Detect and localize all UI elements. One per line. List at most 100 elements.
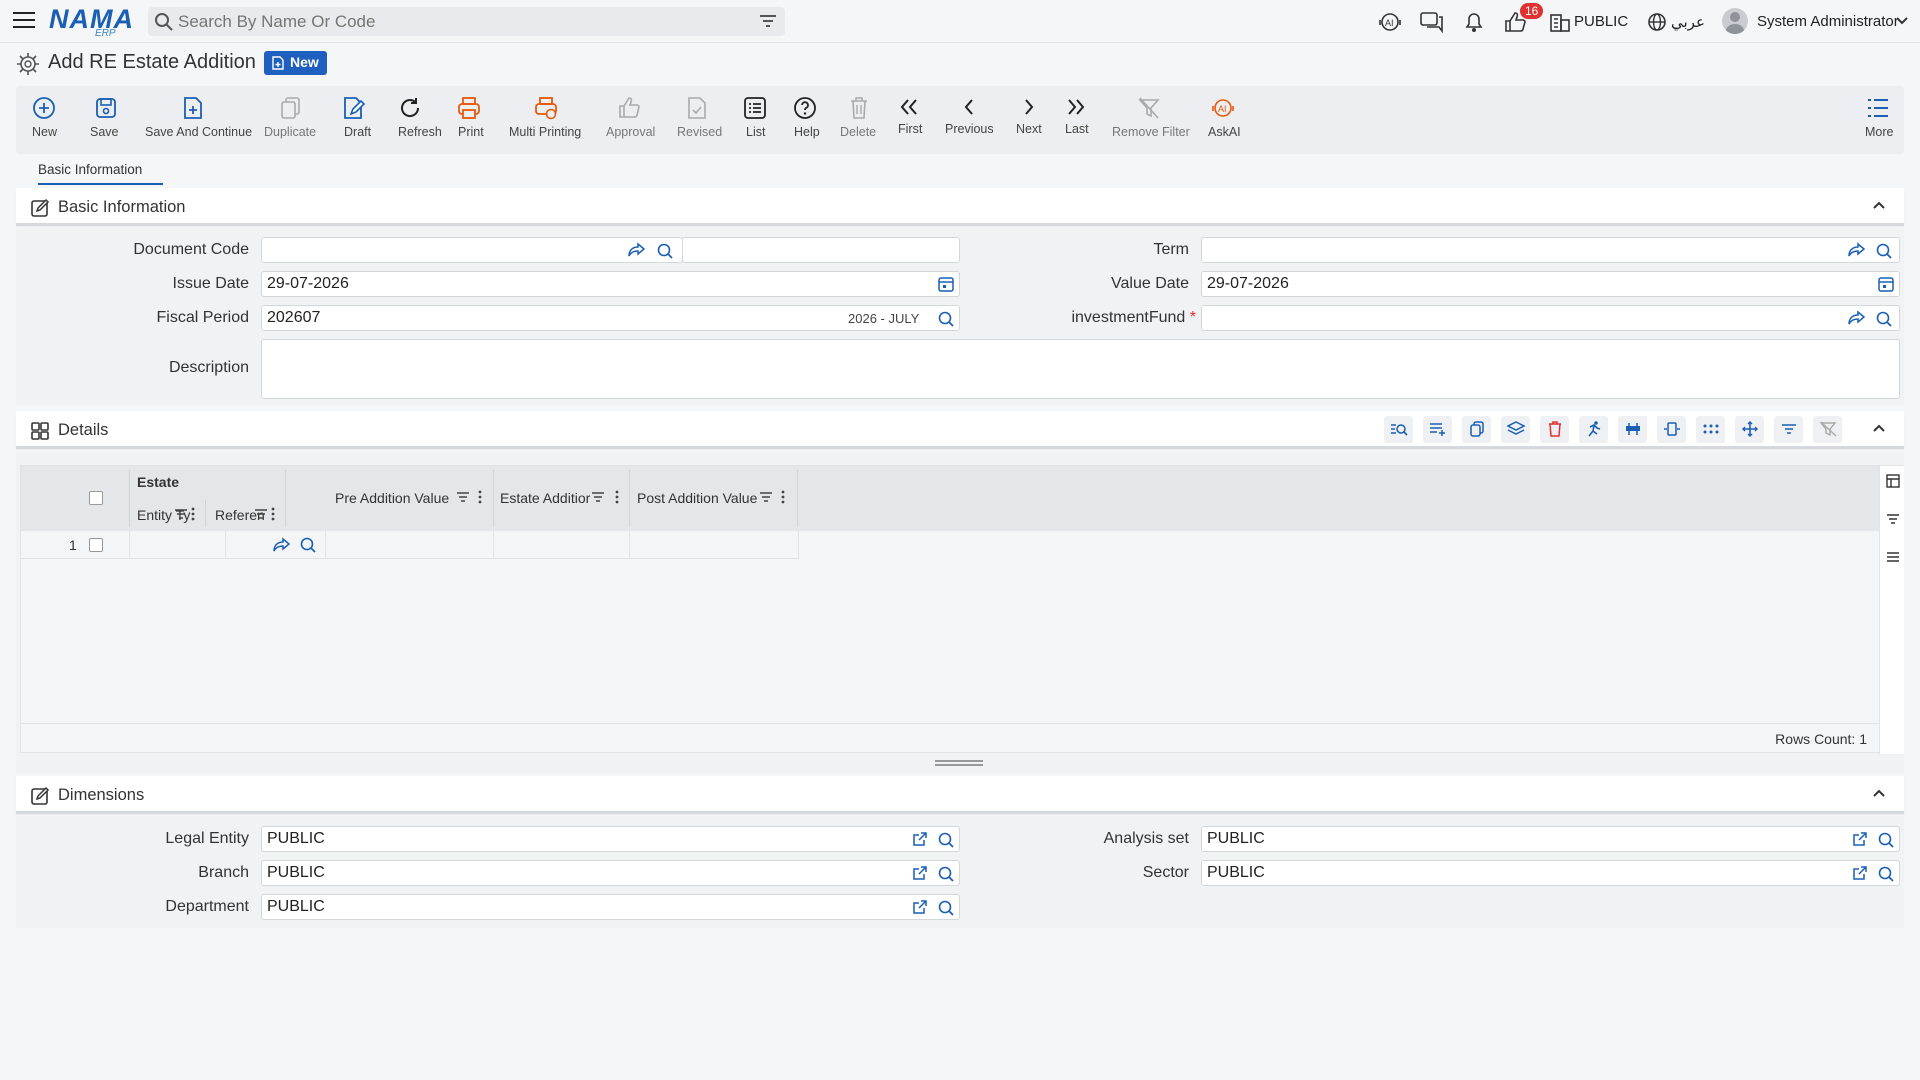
resize-handle[interactable] — [935, 760, 983, 766]
filter-button[interactable] — [1774, 416, 1803, 443]
next-button[interactable]: Next — [1004, 86, 1052, 154]
user-avatar[interactable] — [1722, 8, 1748, 34]
column-filter-icon[interactable] — [759, 491, 773, 503]
column-filter-icon[interactable] — [456, 491, 470, 503]
app-logo[interactable]: NAMA ERP — [49, 4, 134, 39]
run-button[interactable] — [1579, 416, 1608, 443]
share-icon[interactable] — [273, 537, 291, 553]
lookup-search-icon[interactable] — [937, 899, 955, 917]
term-field[interactable] — [1201, 237, 1900, 263]
calendar-icon[interactable] — [1878, 276, 1894, 292]
lookup-search-icon[interactable] — [1877, 831, 1895, 849]
columns-panel-icon[interactable] — [1886, 474, 1900, 488]
previous-button[interactable]: Previous — [934, 86, 1004, 154]
search-input[interactable] — [178, 11, 738, 33]
column-filter-icon[interactable] — [174, 508, 188, 520]
share-icon[interactable] — [1848, 310, 1866, 326]
delete-button[interactable]: Delete — [832, 86, 886, 154]
duplicate-button[interactable]: Duplicate — [256, 86, 324, 154]
more-options-button[interactable] — [1696, 416, 1725, 443]
language-switch[interactable]: عربي — [1671, 13, 1705, 31]
legal-entity-field[interactable]: PUBLIC — [261, 826, 960, 852]
open-external-icon[interactable] — [912, 899, 928, 915]
open-external-icon[interactable] — [912, 865, 928, 881]
copy-row-button[interactable] — [1462, 416, 1491, 443]
lookup-search-icon[interactable] — [937, 310, 955, 328]
multi-printing-button[interactable]: Multi Printing — [496, 86, 596, 154]
fiscal-period-field[interactable]: 202607 2026 - JULY — [261, 305, 960, 331]
revised-button[interactable]: Revised — [666, 86, 730, 154]
search-filter-icon[interactable] — [759, 14, 777, 28]
calendar-icon[interactable] — [938, 276, 954, 292]
lookup-search-icon[interactable] — [937, 865, 955, 883]
lookup-search-icon[interactable] — [1875, 242, 1893, 260]
company-building-icon[interactable] — [1547, 10, 1573, 34]
column-post-addition-value[interactable]: Post Addition Value — [637, 490, 757, 506]
column-filter-icon[interactable] — [254, 508, 268, 520]
first-button[interactable]: First — [886, 86, 934, 154]
column-estate-addition[interactable]: Estate Additior — [500, 490, 590, 506]
globe-icon[interactable] — [1644, 10, 1670, 34]
grid-search-button[interactable] — [1384, 416, 1413, 443]
open-external-icon[interactable] — [1852, 865, 1868, 881]
layers-button[interactable] — [1501, 416, 1530, 443]
lookup-search-icon[interactable] — [937, 831, 955, 849]
lookup-search-icon[interactable] — [299, 536, 317, 554]
document-code-field[interactable] — [261, 237, 683, 263]
column-pre-addition-value[interactable]: Pre Addition Value — [335, 490, 449, 506]
column-menu-icon[interactable] — [478, 490, 482, 504]
more-button[interactable]: More — [1854, 86, 1902, 154]
new-button[interactable]: New — [16, 86, 72, 154]
company-name[interactable]: PUBLIC — [1574, 13, 1628, 30]
chat-icon[interactable] — [1419, 10, 1445, 34]
chevron-up-icon[interactable] — [1872, 788, 1886, 798]
column-menu-icon[interactable] — [191, 507, 195, 521]
lookup-search-icon[interactable] — [1875, 310, 1893, 328]
department-field[interactable]: PUBLIC — [261, 894, 960, 920]
table-row[interactable]: 1 — [21, 531, 799, 559]
open-external-icon[interactable] — [912, 831, 928, 847]
share-icon[interactable] — [1848, 242, 1866, 258]
issue-date-field[interactable]: 29-07-2026 — [261, 271, 960, 297]
print-button[interactable]: Print — [444, 86, 494, 154]
column-menu-icon[interactable] — [271, 507, 275, 521]
filter-panel-icon[interactable] — [1886, 512, 1900, 526]
document-code-name-field[interactable] — [682, 237, 960, 263]
open-external-icon[interactable] — [1852, 831, 1868, 847]
tab-basic-information[interactable]: Basic Information — [38, 162, 142, 177]
column-filter-icon[interactable] — [591, 491, 605, 503]
last-button[interactable]: Last — [1052, 86, 1100, 154]
draft-button[interactable]: Draft — [328, 86, 378, 154]
user-name[interactable]: System Administrator — [1757, 13, 1899, 30]
ai-assistant-icon[interactable]: AI — [1377, 10, 1403, 34]
analysis-set-field[interactable]: PUBLIC — [1201, 826, 1900, 852]
list-button[interactable]: List — [730, 86, 780, 154]
approval-button[interactable]: Approval — [598, 86, 664, 154]
select-all-checkbox[interactable] — [89, 491, 103, 505]
description-textarea[interactable] — [261, 339, 1900, 399]
help-button[interactable]: Help — [780, 86, 830, 154]
column-menu-icon[interactable] — [615, 490, 619, 504]
move-button[interactable] — [1735, 416, 1764, 443]
investment-fund-field[interactable] — [1201, 305, 1900, 331]
chevron-down-icon[interactable] — [1896, 16, 1908, 26]
branch-field[interactable]: PUBLIC — [261, 860, 960, 886]
menu-panel-icon[interactable] — [1886, 550, 1900, 564]
column-options-button[interactable] — [1618, 416, 1647, 443]
refresh-button[interactable]: Refresh — [380, 86, 442, 154]
askai-button[interactable]: AI AskAI — [1196, 86, 1248, 154]
sector-field[interactable]: PUBLIC — [1201, 860, 1900, 886]
chevron-up-icon[interactable] — [1872, 200, 1886, 210]
fit-columns-button[interactable] — [1657, 416, 1686, 443]
chevron-up-icon[interactable] — [1872, 423, 1886, 433]
lookup-search-icon[interactable] — [1877, 865, 1895, 883]
column-menu-icon[interactable] — [781, 490, 785, 504]
clear-filter-button[interactable] — [1813, 416, 1842, 443]
share-icon[interactable] — [628, 242, 646, 258]
save-button[interactable]: Save — [78, 86, 130, 154]
add-row-button[interactable] — [1423, 416, 1452, 443]
lookup-search-icon[interactable] — [656, 242, 674, 260]
save-and-continue-button[interactable]: Save And Continue — [130, 86, 254, 154]
basic-information-section-header[interactable]: Basic Information — [16, 188, 1904, 226]
remove-filter-button[interactable]: Remove Filter — [1100, 86, 1196, 154]
